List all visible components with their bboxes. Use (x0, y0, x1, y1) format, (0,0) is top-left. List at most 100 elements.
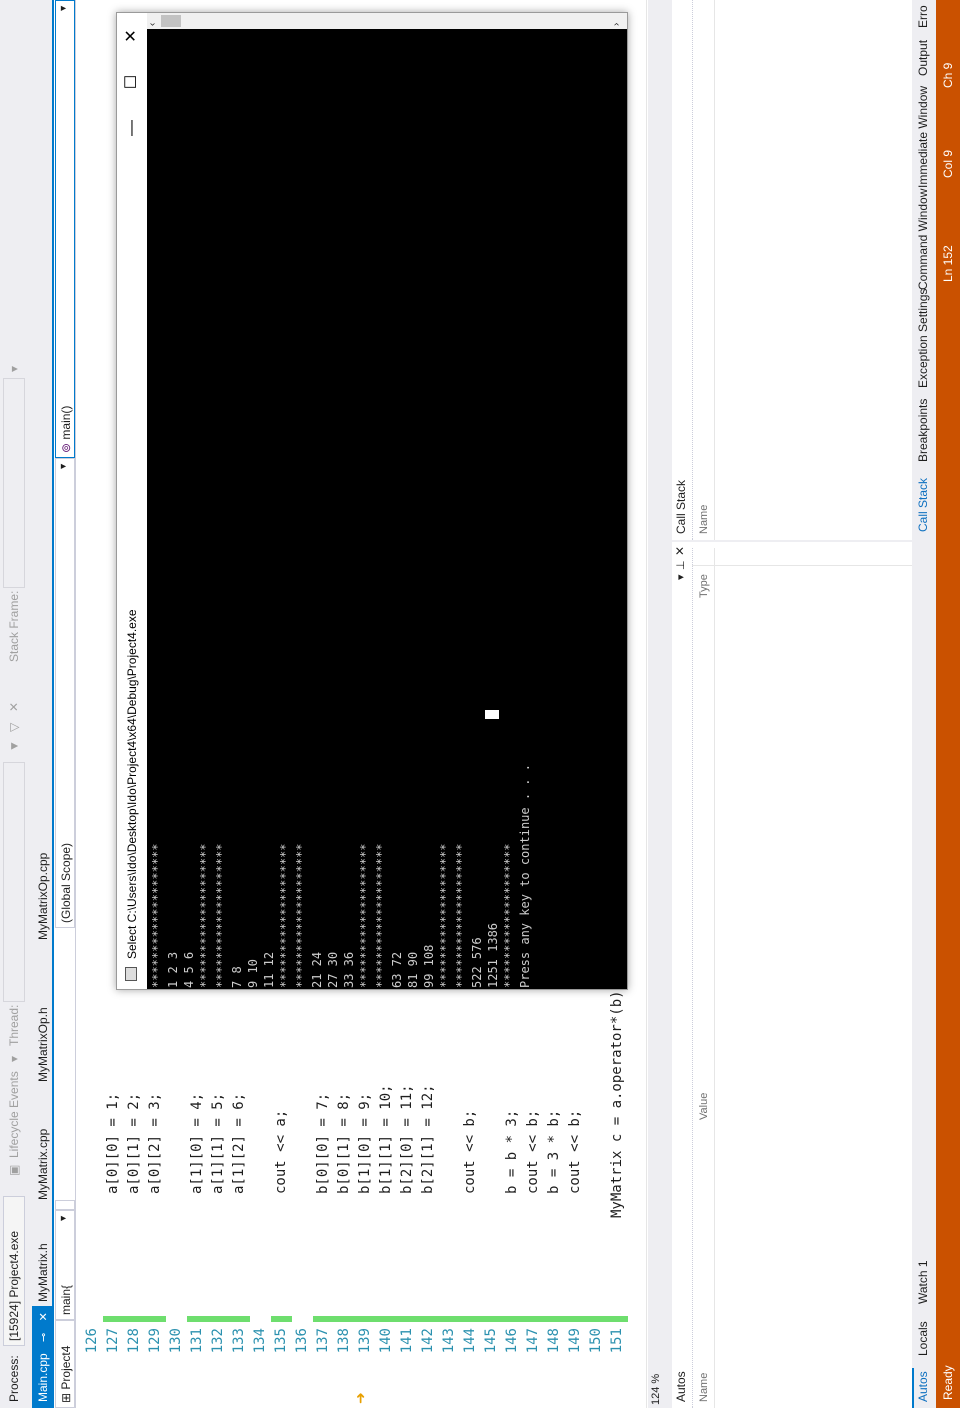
tab-exception-settings[interactable]: Exception Settings (916, 289, 930, 388)
line-number: 138 (336, 1328, 352, 1354)
line-number: 128 (126, 1328, 142, 1354)
console-line: 11 12 (262, 951, 276, 988)
code-line: b = 3 * b; (546, 1109, 562, 1194)
change-marker (376, 1316, 397, 1322)
minimize-button[interactable]: — (117, 105, 147, 151)
console-line: Press any key to continue . . . (518, 764, 532, 988)
maximize-button[interactable]: ☐ (117, 59, 147, 105)
change-marker (418, 1316, 439, 1322)
scrollbar-thumb[interactable] (161, 15, 181, 27)
code-line: cout << b; (462, 1109, 478, 1194)
document-tab-bar: Main.cpp ⊸ ✕ MyMatrix.h MyMatrix.cpp MyM… (28, 0, 54, 1408)
status-char[interactable]: Ch 9 (941, 63, 955, 88)
flag-thread-icon[interactable]: ▼ (7, 740, 21, 752)
tab-autos[interactable]: Autos (916, 1371, 930, 1402)
horizontal-scrollbar[interactable] (648, 0, 666, 1368)
code-line: a[0][1] = 2; (126, 1092, 142, 1194)
scroll-up-icon[interactable]: ‹ (147, 23, 158, 26)
tab-label: MyMatrix.cpp (36, 1128, 50, 1200)
tab-mymatrixop-h[interactable]: MyMatrixOp.h (32, 1001, 54, 1088)
line-number: 140 (378, 1328, 394, 1354)
line-number: 151 (609, 1328, 625, 1354)
stack-frame-dropdown[interactable] (3, 378, 25, 588)
remove-flags-icon[interactable]: ✕ (7, 702, 21, 712)
console-title-bar[interactable]: Select C:\Users\Ido\Desktop\Ido\Project4… (117, 13, 147, 989)
tab-mymatrix-cpp[interactable]: MyMatrix.cpp (32, 1123, 54, 1206)
process-dropdown[interactable]: [15924] Project4.exe (3, 1196, 25, 1346)
column-type[interactable]: Type (698, 574, 710, 598)
member-dropdown[interactable]: main{ ▼ (55, 1210, 75, 1320)
column-name[interactable]: Name (698, 505, 710, 534)
code-line: MyMatrix c = a.operator*(b); (609, 981, 625, 1218)
status-column[interactable]: Col 9 (941, 150, 955, 178)
scope-dropdown[interactable]: (Global Scope) ▼ (55, 458, 75, 928)
chevron-down-icon: ▾ (7, 365, 21, 372)
ide-window: Process: [15924] Project4.exe ▣ Lifecycl… (0, 0, 960, 1408)
code-line: b[0][0] = 7; (315, 1092, 331, 1194)
column-name[interactable]: Name (698, 1373, 710, 1402)
line-number: 139 (357, 1328, 373, 1354)
close-icon[interactable]: ✕ (38, 1312, 50, 1321)
tab-call-stack[interactable]: Call Stack (916, 478, 930, 532)
thread-dropdown[interactable] (3, 762, 25, 1002)
show-flagged-threads-icon[interactable]: ▽ (7, 723, 21, 732)
tab-breakpoints[interactable]: Breakpoints (916, 399, 930, 462)
tab-immediate-window[interactable]: Immediate Window (916, 86, 930, 188)
chevron-down-icon[interactable]: ▾ (674, 574, 687, 580)
panel-splitter[interactable] (672, 540, 912, 542)
console-line: 27 30 (326, 951, 340, 988)
line-number: 148 (546, 1328, 562, 1354)
console-line: ******************** (198, 843, 212, 989)
close-button[interactable]: ✕ (117, 13, 147, 59)
console-line: ******************** (294, 843, 308, 989)
scroll-down-icon[interactable]: › (611, 23, 622, 26)
function-name: main() (59, 405, 73, 440)
status-line[interactable]: Ln 152 (941, 245, 955, 282)
column-value[interactable]: Value (698, 1093, 710, 1120)
split-arrows[interactable] (55, 1200, 75, 1210)
pin-icon[interactable]: ⊸ (38, 1333, 50, 1342)
tab-label: MyMatrixOp.h (36, 1007, 50, 1082)
tab-mymatrixop-cpp[interactable]: MyMatrixOp.cpp (32, 847, 54, 946)
change-marker (187, 1316, 208, 1322)
console-output[interactable]: ******************** 1 2 34 5 6 **********… (147, 29, 627, 989)
tab-main-cpp[interactable]: Main.cpp ⊸ ✕ (32, 1306, 54, 1408)
line-number: 147 (525, 1328, 541, 1354)
change-marker (439, 1316, 460, 1322)
lifecycle-events-icon[interactable]: ▣ (7, 1165, 21, 1176)
console-line: 7 8 (230, 966, 244, 988)
zoom-level[interactable]: 124 % (648, 1368, 666, 1408)
tab-command-window[interactable]: Command Window (916, 189, 930, 290)
line-number: 141 (399, 1328, 415, 1354)
line-number: 129 (147, 1328, 163, 1354)
thread-label: Thread: (7, 1004, 21, 1046)
tab-watch-1[interactable]: Watch 1 (916, 1260, 930, 1304)
line-number: 146 (504, 1328, 520, 1354)
tab-mymatrix-h[interactable]: MyMatrix.h (32, 1237, 54, 1308)
code-line: a[1][1] = 5; (210, 1092, 226, 1194)
tab-error-list[interactable]: Erro (916, 5, 930, 28)
lifecycle-events-label[interactable]: Lifecycle Events (7, 1071, 21, 1158)
line-number: 131 (189, 1328, 205, 1354)
function-dropdown[interactable]: ⊚ main() ▼ (55, 0, 75, 458)
change-marker (313, 1316, 334, 1322)
close-icon[interactable]: ✕ (673, 546, 687, 556)
line-number: 150 (588, 1328, 604, 1354)
console-app-icon (125, 967, 137, 981)
line-number: 143 (441, 1328, 457, 1354)
console-window[interactable]: Select C:\Users\Ido\Desktop\Ido\Project4… (116, 12, 628, 990)
tab-output[interactable]: Output (916, 40, 930, 76)
line-number-gutter: ➜ 126 127 128 129 130 131 132 133 134 135 136 137 13… (76, 1312, 648, 1408)
code-line: a[0][0] = 1; (105, 1092, 121, 1194)
console-vertical-scrollbar[interactable]: ‹ › (147, 13, 627, 29)
console-line: 1251 1386 (486, 922, 500, 988)
code-line: a[1][2] = 6; (231, 1092, 247, 1194)
status-bar: Ready Ln 152 Col 9 Ch 9 (936, 0, 960, 1408)
panel-scroll-divider (692, 565, 912, 566)
member-name: main{ (59, 1284, 73, 1315)
status-ready: Ready (941, 1365, 955, 1400)
console-line: 9 10 (246, 959, 260, 988)
tab-locals[interactable]: Locals (916, 1321, 930, 1356)
pin-icon[interactable]: ⊥ (674, 560, 687, 570)
project-dropdown[interactable]: ⊞ Project4 (55, 1320, 75, 1408)
